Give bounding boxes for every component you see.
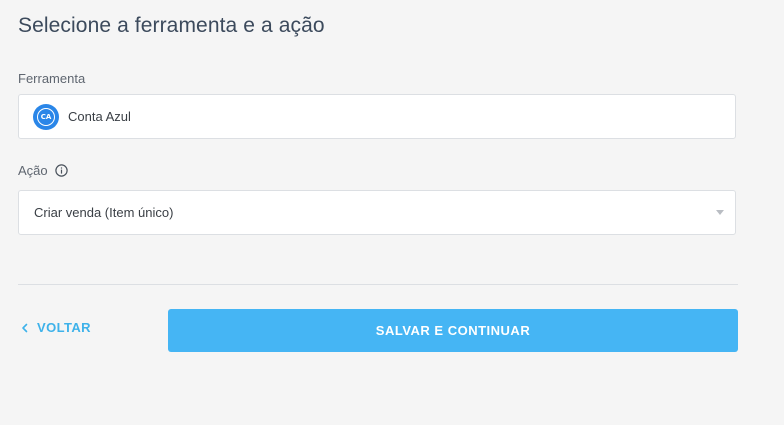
back-button[interactable]: VOLTAR: [20, 320, 91, 335]
action-select[interactable]: Criar venda (Item único): [18, 190, 736, 235]
logo-text: CA: [37, 107, 55, 126]
tool-action-selection-page: Selecione a ferramenta e a ação Ferramen…: [0, 0, 784, 425]
info-circle-icon[interactable]: [54, 164, 68, 177]
action-selected-value: Criar venda (Item único): [34, 205, 174, 220]
caret-down-icon: [716, 210, 724, 215]
action-label-row: Ação: [18, 163, 68, 178]
conta-azul-logo-icon: CA: [33, 103, 59, 130]
page-title: Selecione a ferramenta e a ação: [18, 14, 325, 37]
save-and-continue-button[interactable]: SALVAR E CONTINUAR: [168, 309, 738, 352]
action-label: Ação: [18, 163, 48, 178]
tool-selector[interactable]: CA Conta Azul: [18, 94, 736, 139]
tool-name: Conta Azul: [68, 109, 131, 124]
back-button-label: VOLTAR: [37, 320, 91, 335]
chevron-left-icon: [22, 323, 28, 332]
divider: [18, 284, 738, 285]
tool-label: Ferramenta: [18, 71, 86, 86]
